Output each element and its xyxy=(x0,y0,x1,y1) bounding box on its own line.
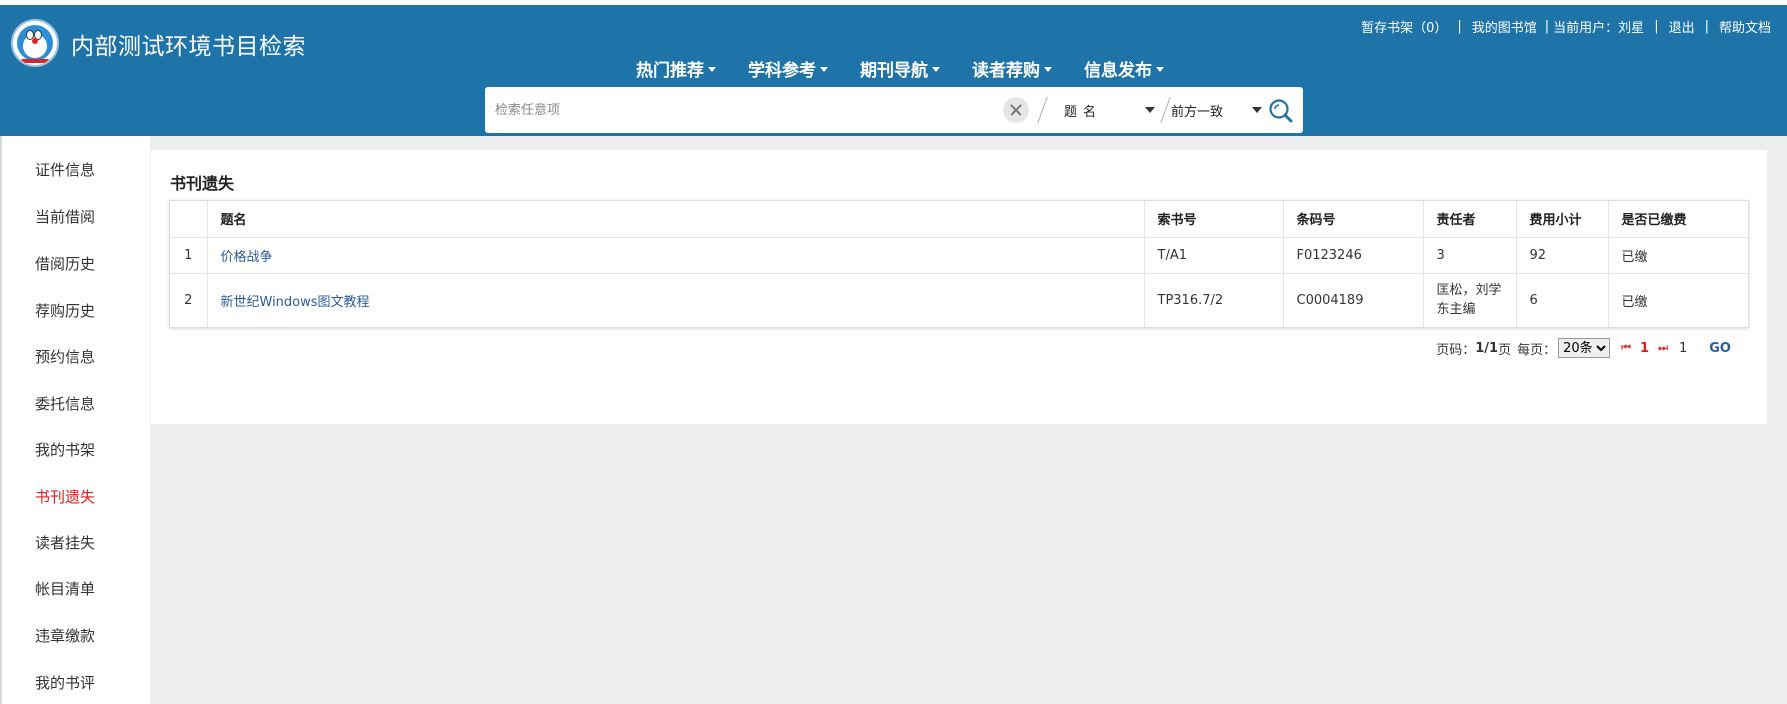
row-call-number: TP316.7/2 xyxy=(1144,273,1284,327)
sidebar: 证件信息 当前借阅 借阅历史 荐购历史 预约信息 委托信息 我的书架 书刊遗失 … xyxy=(0,136,150,704)
caret-down-icon xyxy=(708,67,716,72)
col-title: 题名 xyxy=(207,201,1145,238)
search-icon xyxy=(1269,99,1293,123)
row-paid: 已缴 xyxy=(1621,294,1648,310)
per-page-label: 每页： xyxy=(1517,342,1557,358)
row-title-cell: 价格战争 xyxy=(207,237,1145,274)
current-user-name[interactable]: 刘星 xyxy=(1618,17,1644,36)
page-value: 1/1 xyxy=(1475,340,1499,356)
sidebar-item-reservations[interactable]: 预约信息 xyxy=(35,346,95,367)
search-bar: 题名 前方一致 xyxy=(485,87,1303,133)
row-fee: 6 xyxy=(1516,273,1609,327)
row-index: 1 xyxy=(170,237,208,274)
sidebar-item-report-loss[interactable]: 读者挂失 xyxy=(35,532,95,553)
current-user-label: 当前用户： xyxy=(1553,21,1619,36)
row-fee: 92 xyxy=(1516,237,1609,274)
table-header-row: 题名 索书号 条码号 责任者 费用小计 是否已缴费 xyxy=(170,201,1748,238)
col-index xyxy=(170,201,208,238)
sidebar-item-loan-history[interactable]: 借阅历史 xyxy=(35,253,95,274)
col-fee: 费用小计 xyxy=(1516,201,1609,238)
lost-books-table: 题名 索书号 条码号 责任者 费用小计 是否已缴费 1 价格战争 T/A1 F0… xyxy=(169,200,1749,328)
page-label: 页码： xyxy=(1436,342,1476,358)
search-field-select[interactable]: 题名 xyxy=(1058,99,1158,121)
caret-down-icon xyxy=(932,67,940,72)
header: 内部测试环境书目检索 暂存书架（0） | 我的图书馆 | 当前用户： 刘星 | … xyxy=(0,0,1787,136)
search-button[interactable] xyxy=(1266,97,1296,125)
row-author: 3 xyxy=(1423,237,1517,274)
col-call-number: 索书号 xyxy=(1144,201,1284,238)
sidebar-item-delegations[interactable]: 委托信息 xyxy=(35,393,95,414)
current-page: 1 xyxy=(1640,340,1650,356)
separator: | xyxy=(1704,19,1709,34)
row-paid: 已缴 xyxy=(1608,237,1748,274)
sidebar-item-account-list[interactable]: 帐目清单 xyxy=(35,578,95,599)
sidebar-item-lost-books[interactable]: 书刊遗失 xyxy=(35,486,95,507)
book-title-link[interactable]: 价格战争 xyxy=(221,250,273,265)
divider xyxy=(1160,97,1171,123)
divider xyxy=(1037,97,1048,123)
separator: | xyxy=(1544,19,1550,34)
nav-subject-reference[interactable]: 学科参考 xyxy=(748,56,828,81)
match-mode-select[interactable]: 前方一致 xyxy=(1171,99,1265,121)
col-barcode: 条码号 xyxy=(1283,201,1424,238)
cart-link[interactable]: 暂存书架（0） xyxy=(1361,17,1447,36)
logout-link[interactable]: 退出 xyxy=(1669,17,1695,36)
page-title: 书刊遗失 xyxy=(170,174,235,193)
caret-down-icon xyxy=(1252,107,1262,113)
sidebar-item-recommend-history[interactable]: 荐购历史 xyxy=(35,300,95,321)
col-author: 责任者 xyxy=(1423,201,1517,238)
separator: | xyxy=(1457,19,1462,34)
separator: | xyxy=(1654,19,1659,34)
sidebar-item-current-loans[interactable]: 当前借阅 xyxy=(35,206,95,227)
my-library-link[interactable]: 我的图书馆 xyxy=(1472,17,1537,36)
go-button[interactable]: GO xyxy=(1709,341,1731,356)
book-title-link[interactable]: 新世纪Windows图文教程 xyxy=(221,295,370,310)
sidebar-item-my-reviews[interactable]: 我的书评 xyxy=(35,672,95,693)
top-links: 暂存书架（0） | 我的图书馆 | 当前用户： 刘星 | 退出 | 帮助文档 xyxy=(1361,17,1771,36)
main-content: 书刊遗失 题名 索书号 条码号 责任者 费用小计 是否已缴费 1 价格战争 T/… xyxy=(151,150,1767,424)
per-page-select[interactable]: 20条 xyxy=(1558,338,1611,358)
pagination: 页码： 1/1 页 每页： 20条 ⏮ 1 ⏭ 1 GO xyxy=(1436,338,1731,358)
page-input[interactable]: 1 xyxy=(1679,341,1687,356)
nav-info-publish[interactable]: 信息发布 xyxy=(1084,56,1164,81)
site-title[interactable]: 内部测试环境书目检索 xyxy=(71,27,306,61)
row-title-cell: 新世纪Windows图文教程 xyxy=(207,273,1145,327)
page-suffix: 页 xyxy=(1498,342,1512,358)
help-link[interactable]: 帮助文档 xyxy=(1719,17,1771,36)
nav-reader-recommend[interactable]: 读者荐购 xyxy=(972,56,1052,81)
main-nav: 热门推荐 学科参考 期刊导航 读者荐购 信息发布 xyxy=(636,56,1196,81)
last-page-icon[interactable]: ⏭ xyxy=(1658,341,1668,355)
table-row: 2 新世纪Windows图文教程 TP316.7/2 C0004189 匡松，刘… xyxy=(170,273,1748,327)
row-barcode: C0004189 xyxy=(1283,273,1424,327)
row-call-number: T/A1 xyxy=(1144,237,1284,274)
caret-down-icon xyxy=(1156,67,1164,72)
search-input[interactable] xyxy=(495,97,975,123)
row-author: 匡松，刘学东主编 xyxy=(1423,273,1517,327)
caret-down-icon xyxy=(1044,67,1052,72)
first-page-icon[interactable]: ⏮ xyxy=(1621,341,1631,355)
nav-journal-navigation[interactable]: 期刊导航 xyxy=(860,56,940,81)
row-barcode: F0123246 xyxy=(1283,237,1424,274)
row-index: 2 xyxy=(170,273,208,327)
doraemon-logo-icon[interactable] xyxy=(11,19,59,67)
table-row: 1 价格战争 T/A1 F0123246 3 92 已缴 xyxy=(170,237,1748,274)
clear-icon[interactable] xyxy=(1003,97,1029,123)
sidebar-item-my-shelf[interactable]: 我的书架 xyxy=(35,439,95,460)
nav-hot-recommend[interactable]: 热门推荐 xyxy=(636,56,716,81)
sidebar-item-card-info[interactable]: 证件信息 xyxy=(35,159,95,180)
col-paid: 是否已缴费 xyxy=(1608,201,1748,238)
sidebar-item-fines[interactable]: 违章缴款 xyxy=(35,625,95,646)
caret-down-icon xyxy=(1145,107,1155,113)
caret-down-icon xyxy=(820,67,828,72)
